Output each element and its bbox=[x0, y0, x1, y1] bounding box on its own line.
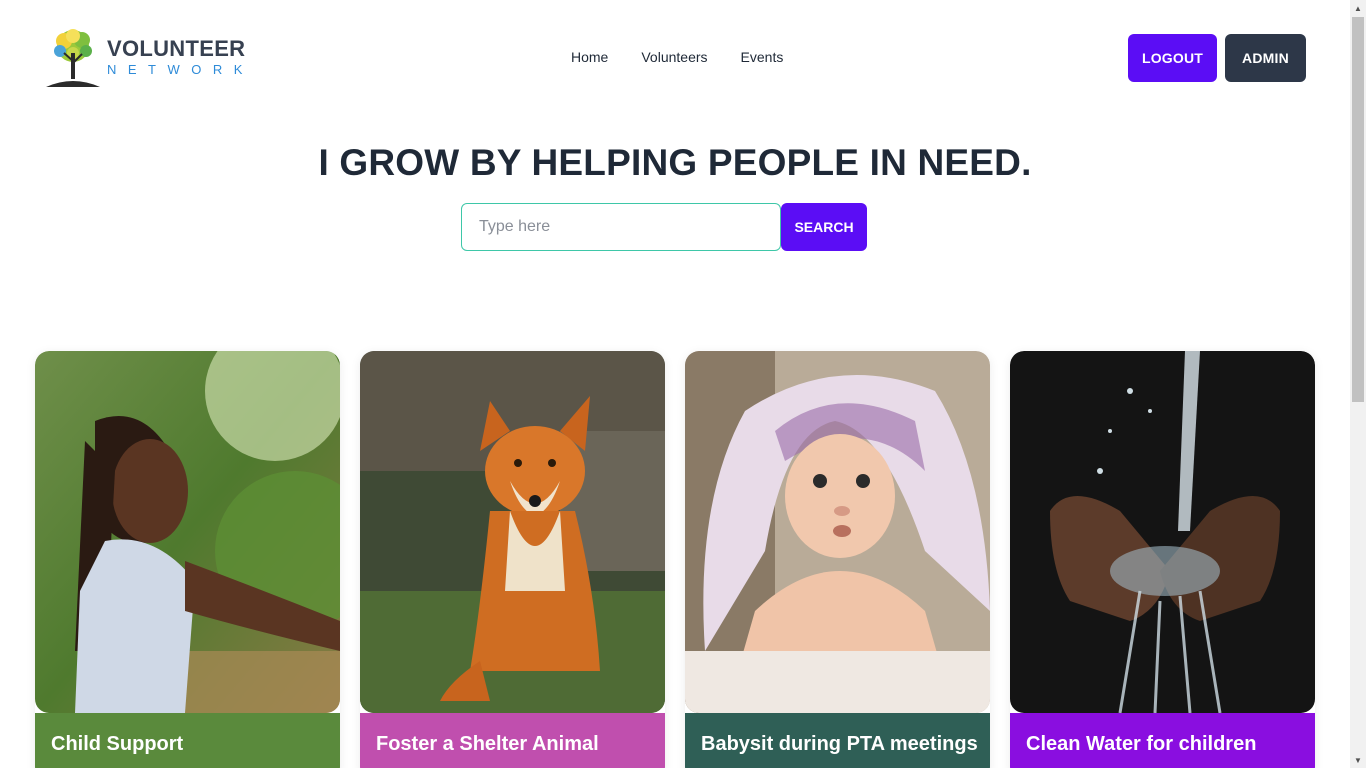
nav-events-link[interactable]: Events bbox=[741, 49, 784, 65]
card-clean-water[interactable]: Clean Water for children bbox=[1010, 351, 1315, 768]
scroll-up-arrow-icon[interactable]: ▲ bbox=[1350, 0, 1366, 16]
hero-title: I GROW BY HELPING PEOPLE IN NEED. bbox=[318, 142, 1032, 183]
tree-logo-icon bbox=[46, 29, 100, 87]
card-title: Clean Water for children bbox=[1026, 733, 1257, 755]
card-footer: Child Support bbox=[35, 713, 340, 768]
card-babysit[interactable]: Babysit during PTA meetings bbox=[685, 351, 990, 768]
card-title: Child Support bbox=[51, 733, 184, 755]
logo-subtitle: NETWORK bbox=[107, 62, 254, 77]
admin-button[interactable]: ADMIN bbox=[1225, 34, 1306, 82]
card-image bbox=[685, 351, 990, 713]
scrollbar[interactable]: ▲ ▼ bbox=[1350, 0, 1366, 768]
search-input[interactable] bbox=[461, 203, 781, 251]
logout-button[interactable]: LOGOUT bbox=[1128, 34, 1217, 82]
card-footer: Clean Water for children bbox=[1010, 713, 1315, 768]
main-nav: Home Volunteers Events bbox=[571, 49, 783, 65]
nav-home-link[interactable]: Home bbox=[571, 49, 608, 65]
scroll-down-arrow-icon[interactable]: ▼ bbox=[1350, 752, 1366, 768]
scrollbar-thumb[interactable] bbox=[1352, 17, 1364, 402]
card-image bbox=[35, 351, 340, 713]
card-title: Babysit during PTA meetings bbox=[701, 733, 978, 755]
card-title: Foster a Shelter Animal bbox=[376, 733, 599, 755]
card-foster-animal[interactable]: Foster a Shelter Animal bbox=[360, 351, 665, 768]
card-image bbox=[1010, 351, 1315, 713]
card-footer: Foster a Shelter Animal bbox=[360, 713, 665, 768]
nav-volunteers-link[interactable]: Volunteers bbox=[641, 49, 707, 65]
site-header: VOLUNTEER NETWORK Home Volunteers Events… bbox=[0, 0, 1350, 116]
logo-title: VOLUNTEER bbox=[107, 36, 246, 61]
logo[interactable]: VOLUNTEER NETWORK bbox=[44, 26, 254, 90]
card-child-support[interactable]: Child Support bbox=[35, 351, 340, 768]
card-image bbox=[360, 351, 665, 713]
card-footer: Babysit during PTA meetings bbox=[685, 713, 990, 768]
search-button[interactable]: SEARCH bbox=[781, 203, 867, 251]
